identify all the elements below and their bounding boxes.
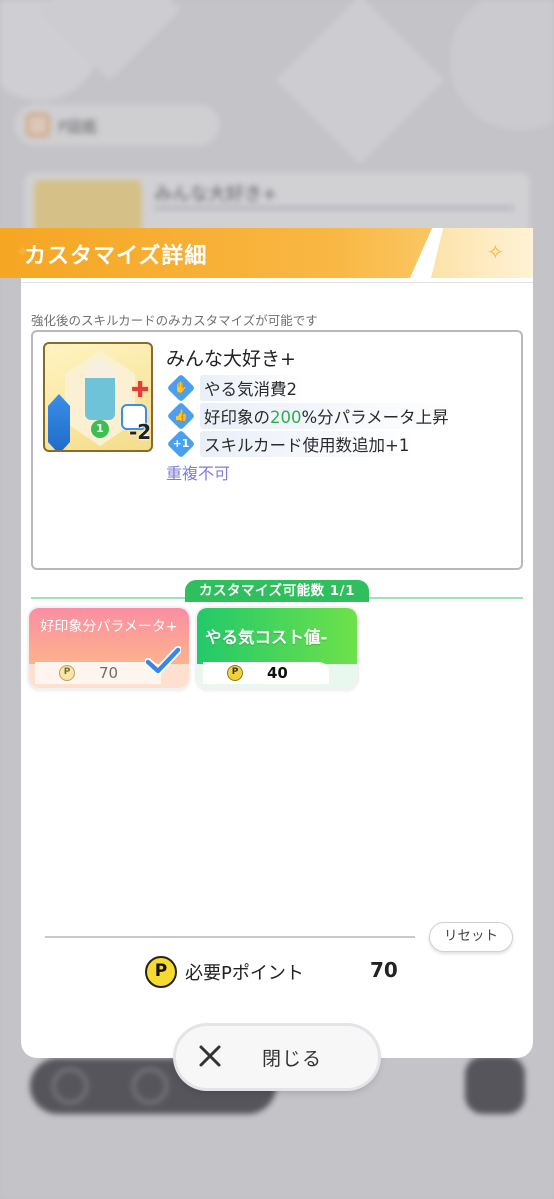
customize-note: 強化後のスキルカードのみカスタマイズが可能です xyxy=(31,313,318,328)
close-button[interactable]: 閉じる xyxy=(176,1026,378,1088)
skill-card-name: みんな大好き+ xyxy=(166,348,296,370)
option-cost: P 40 xyxy=(203,662,329,684)
option-label: 好印象分パラメータ+ xyxy=(40,619,178,635)
customize-count-badge: カスタマイズ可能数 1/1 xyxy=(185,580,369,602)
hand-icon: ✋ xyxy=(166,373,196,403)
required-points-value: 70 xyxy=(370,958,398,982)
divider xyxy=(21,282,533,283)
skill-card-image: ✚ 1 -2 xyxy=(43,342,153,452)
effect-highlight-value: 200 xyxy=(270,408,302,427)
skill-card-detail: ✚ 1 -2 みんな大好き+ ✋ やる気消費2 👍 好印象の200%分パラメータ… xyxy=(31,330,523,570)
sparkle-icon: ✧ xyxy=(487,240,504,264)
plus-icon: ✚ xyxy=(131,378,150,403)
sparkle-icon: ✦ xyxy=(15,242,31,263)
dialog-header-decoration xyxy=(431,228,533,278)
customize-detail-dialog: カスタマイズ詳細 ✦ ✧ 強化後のスキルカードのみカスタマイズが可能です ✚ 1… xyxy=(0,228,533,1058)
option-cost: P 70 xyxy=(35,662,161,684)
thumbs-up-icon: 👍 xyxy=(166,401,196,431)
reset-button[interactable]: リセット xyxy=(429,922,513,952)
p-coin-icon: P xyxy=(145,956,177,988)
effect-row: +1 スキルカード使用数追加+1 xyxy=(166,429,416,459)
p-coin-icon: P xyxy=(227,665,243,681)
effect-text: 好印象の200%分パラメータ上昇 xyxy=(200,403,455,429)
card-art-side-icon xyxy=(48,394,70,450)
customize-option-motivation[interactable]: やる気コスト値- P 40 xyxy=(197,608,357,688)
option-cost-value: 40 xyxy=(267,664,288,682)
close-button-label: 閉じる xyxy=(262,1048,323,1070)
p-coin-icon: P xyxy=(59,665,75,681)
close-icon xyxy=(199,1045,221,1067)
option-label: やる気コスト値- xyxy=(205,628,328,647)
required-points-label: 必要Pポイント xyxy=(185,963,304,984)
card-art-figure xyxy=(85,360,115,420)
effect-row: 👍 好印象の200%分パラメータ上昇 xyxy=(166,401,455,431)
effect-text: やる気消費2 xyxy=(200,375,303,401)
card-plus-icon: +1 xyxy=(166,429,196,459)
card-level-badge: 1 xyxy=(91,420,109,438)
required-points: P 必要Pポイント 70 xyxy=(145,956,398,988)
divider xyxy=(45,936,415,938)
no-duplicate-label: 重複不可 xyxy=(166,464,231,483)
dialog-title: カスタマイズ詳細 xyxy=(24,244,208,269)
check-icon xyxy=(145,646,181,675)
effect-text: スキルカード使用数追加+1 xyxy=(200,431,416,457)
effect-row: ✋ やる気消費2 xyxy=(166,373,303,403)
option-cost-value: 70 xyxy=(99,664,119,682)
customize-option-affinity[interactable]: 好印象分パラメータ+ P 70 xyxy=(29,608,189,688)
card-cost-label: -2 xyxy=(129,420,152,444)
